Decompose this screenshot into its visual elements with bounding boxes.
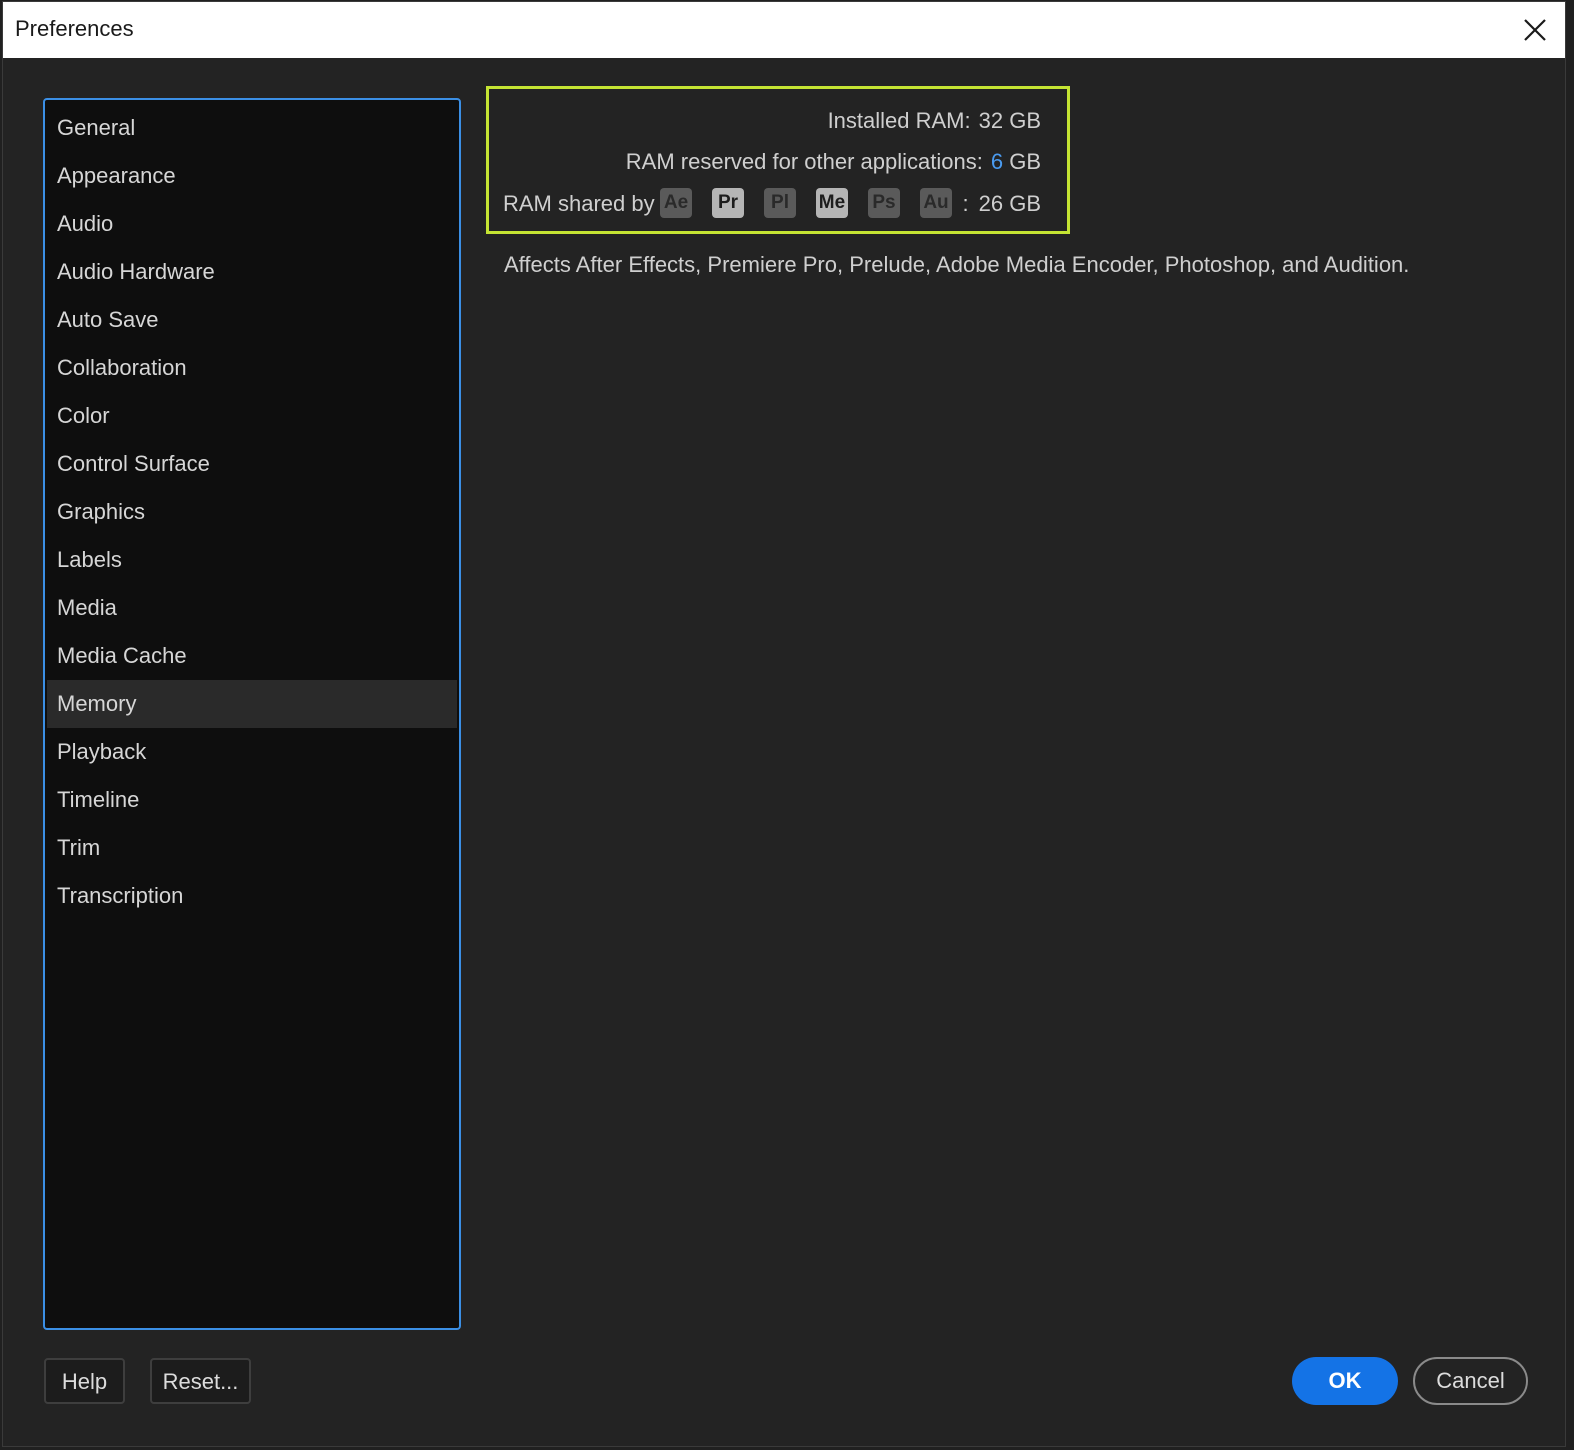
preferences-category-list[interactable]: General Appearance Audio Audio Hardware Auto… — [43, 98, 461, 1330]
sidebar-item-media-cache[interactable]: Media Cache — [47, 632, 457, 680]
app-badge-me: Me — [816, 188, 848, 218]
reserved-ram-label: RAM reserved for other applications: — [625, 149, 983, 174]
sidebar-item-control-surface[interactable]: Control Surface — [47, 440, 457, 488]
sidebar-item-playback[interactable]: Playback — [47, 728, 457, 776]
installed-ram-label: Installed RAM: — [827, 108, 971, 133]
reserved-ram-value[interactable]: 6 — [991, 149, 1003, 174]
app-badge-ae: Ae — [660, 188, 692, 218]
app-badge-ps: Ps — [868, 188, 900, 218]
sidebar-item-media[interactable]: Media — [47, 584, 457, 632]
sidebar-item-audio-hardware[interactable]: Audio Hardware — [47, 248, 457, 296]
preferences-dialog: Preferences General Appearance Audio Audio … — [2, 1, 1566, 1447]
installed-ram-row: Installed RAM: 32 GB — [828, 108, 1041, 134]
shared-ram-label: RAM shared by — [503, 191, 655, 216]
close-icon[interactable] — [1519, 14, 1551, 46]
sidebar-item-collaboration[interactable]: Collaboration — [47, 344, 457, 392]
dialog-title: Preferences — [15, 16, 134, 41]
sidebar-item-color[interactable]: Color — [47, 392, 457, 440]
reserved-ram-unit: GB — [1009, 149, 1041, 174]
help-button[interactable]: Help — [44, 1358, 125, 1404]
ok-button[interactable]: OK — [1292, 1357, 1398, 1405]
cancel-button[interactable]: Cancel — [1413, 1357, 1528, 1405]
sidebar-item-general[interactable]: General — [47, 104, 457, 152]
reserved-ram-row: RAM reserved for other applications: 6 GB — [626, 149, 1041, 175]
shared-ram-colon: : — [962, 191, 969, 216]
app-badge-pl: Pl — [764, 188, 796, 218]
shared-ram-value: 26 GB — [978, 191, 1041, 216]
memory-note: Affects After Effects, Premiere Pro, Pre… — [504, 252, 1410, 277]
app-badge-pr: Pr — [712, 188, 744, 218]
sidebar-item-audio[interactable]: Audio — [47, 200, 457, 248]
sidebar-item-appearance[interactable]: Appearance — [47, 152, 457, 200]
sidebar-item-auto-save[interactable]: Auto Save — [47, 296, 457, 344]
sidebar-item-timeline[interactable]: Timeline — [47, 776, 457, 824]
reset-button[interactable]: Reset... — [150, 1358, 251, 1404]
sidebar-item-trim[interactable]: Trim — [47, 824, 457, 872]
ram-summary-box: Installed RAM: 32 GB RAM reserved for oth… — [486, 86, 1070, 234]
title-bar: Preferences — [3, 2, 1565, 58]
installed-ram-value: 32 GB — [978, 108, 1041, 133]
app-badge-au: Au — [920, 188, 952, 218]
sidebar-item-labels[interactable]: Labels — [47, 536, 457, 584]
sidebar-item-graphics[interactable]: Graphics — [47, 488, 457, 536]
app-badges: Ae Pr Pl Me Ps Au — [660, 188, 972, 218]
sidebar-item-transcription[interactable]: Transcription — [47, 872, 457, 920]
sidebar-item-memory[interactable]: Memory — [47, 680, 457, 728]
